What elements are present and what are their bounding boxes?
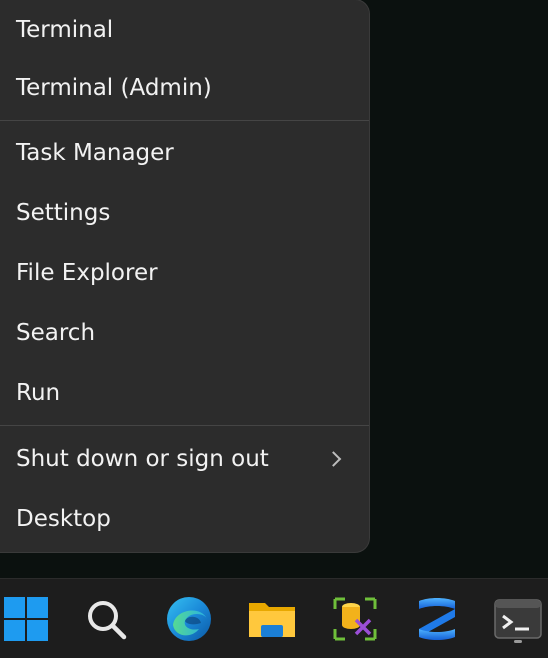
windows-start-icon — [4, 597, 48, 641]
terminal-icon — [494, 599, 542, 639]
menu-item-label: File Explorer — [16, 260, 158, 286]
menu-item-search[interactable]: Search — [0, 303, 369, 363]
file-explorer-icon — [249, 603, 295, 637]
menu-item-settings[interactable]: Settings — [0, 183, 369, 243]
database-tool-taskbar-button[interactable] — [329, 593, 381, 645]
edge-browser-icon — [167, 597, 211, 641]
menu-item-terminal[interactable]: Terminal — [0, 0, 369, 60]
blue-app-icon — [419, 598, 455, 640]
blue-app-taskbar-button[interactable] — [411, 593, 463, 645]
menu-item-run[interactable]: Run — [0, 363, 369, 423]
database-tool-icon — [333, 597, 377, 641]
menu-item-label: Search — [16, 320, 96, 346]
winx-context-menu: Terminal Terminal (Admin) Task Manager S… — [0, 0, 369, 552]
menu-item-label: Run — [16, 380, 61, 406]
menu-separator — [0, 425, 369, 426]
taskbar — [0, 578, 548, 658]
menu-separator — [0, 120, 369, 121]
file-explorer-taskbar-button[interactable] — [246, 593, 298, 645]
menu-item-label: Settings — [16, 200, 111, 226]
menu-item-label: Shut down or sign out — [16, 446, 269, 472]
menu-item-label: Terminal — [16, 17, 114, 43]
menu-item-task-manager[interactable]: Task Manager — [0, 123, 369, 183]
start-button[interactable] — [0, 593, 52, 645]
edge-taskbar-button[interactable] — [163, 593, 215, 645]
menu-item-file-explorer[interactable]: File Explorer — [0, 243, 369, 303]
running-indicator — [514, 640, 522, 643]
menu-item-label: Terminal (Admin) — [16, 75, 212, 101]
search-icon — [88, 601, 127, 640]
menu-item-label: Task Manager — [16, 140, 174, 166]
menu-item-shut-down[interactable]: Shut down or sign out — [0, 429, 369, 489]
menu-item-label: Desktop — [16, 506, 111, 532]
terminal-taskbar-button[interactable] — [492, 593, 544, 645]
chevron-right-icon — [325, 451, 342, 467]
menu-item-terminal-admin[interactable]: Terminal (Admin) — [0, 58, 369, 118]
menu-item-desktop[interactable]: Desktop — [0, 489, 369, 549]
search-button[interactable] — [80, 593, 132, 645]
